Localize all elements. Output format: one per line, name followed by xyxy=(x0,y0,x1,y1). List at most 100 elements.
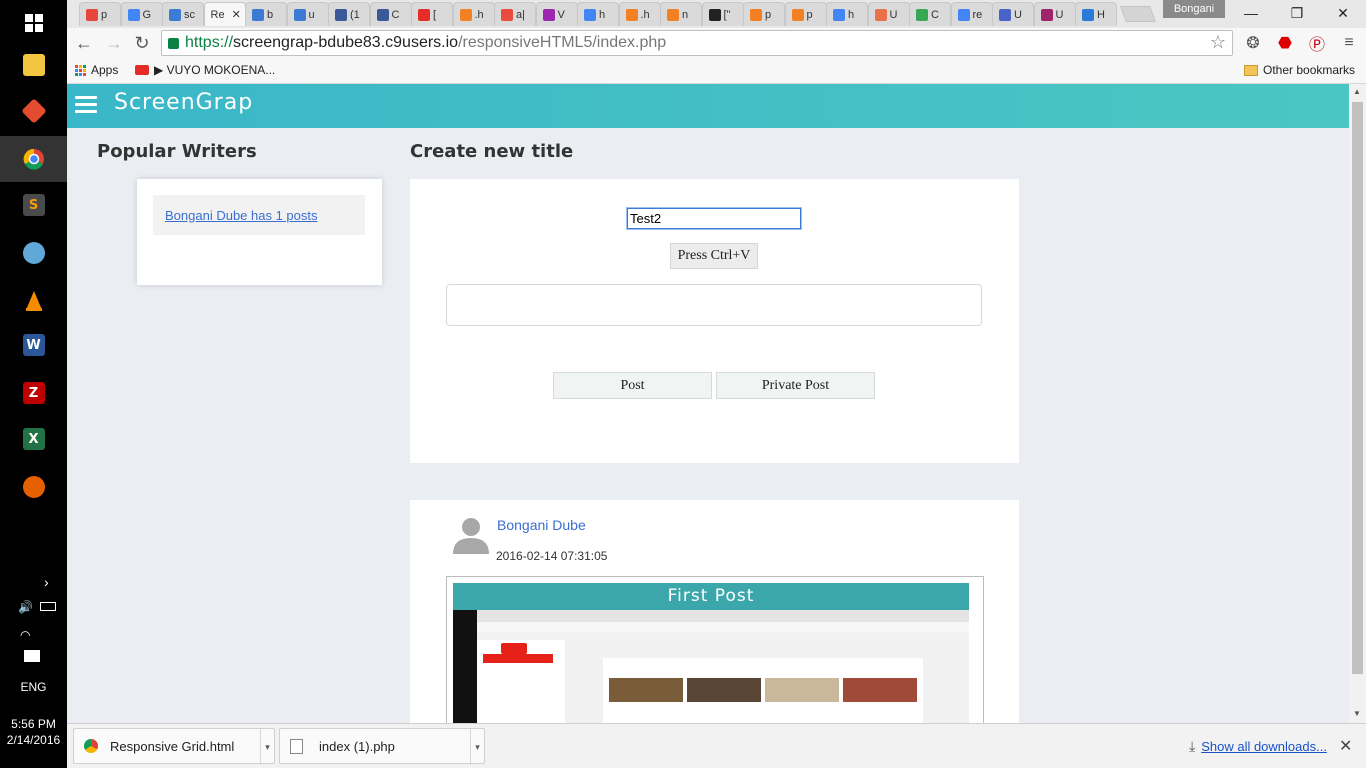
sublime-icon[interactable]: S xyxy=(0,182,67,228)
paste-button[interactable]: Press Ctrl+V xyxy=(670,243,758,269)
browser-tab[interactable]: .h xyxy=(618,2,661,26)
battery-icon[interactable] xyxy=(40,602,56,611)
writer-link[interactable]: Bongani Dube has 1 posts xyxy=(165,208,318,223)
browser-tab[interactable]: re xyxy=(950,2,993,26)
paste-content-area[interactable] xyxy=(446,284,982,326)
word-icon[interactable]: W xyxy=(0,322,67,368)
browser-tab[interactable]: n xyxy=(660,2,702,26)
reload-button[interactable]: ↻ xyxy=(131,32,153,54)
language-indicator[interactable]: ENG xyxy=(0,680,67,694)
browser-tab[interactable]: b xyxy=(245,2,287,26)
browser-tab[interactable]: U xyxy=(1033,2,1076,26)
browser-tab[interactable]: h xyxy=(577,2,619,26)
create-title-heading: Create new title xyxy=(410,141,574,162)
popular-writers-heading: Popular Writers xyxy=(97,141,257,162)
paint-icon[interactable] xyxy=(0,230,67,276)
browser-tab[interactable]: .h xyxy=(452,2,495,26)
adblock-icon[interactable]: ⬣ xyxy=(1274,32,1296,54)
start-button[interactable] xyxy=(0,0,67,46)
post-image-title: First Post xyxy=(453,583,969,610)
star-icon[interactable]: ☆ xyxy=(1210,32,1226,53)
browser-tab[interactable]: U xyxy=(992,2,1034,26)
file-explorer-icon[interactable] xyxy=(0,42,67,88)
back-button[interactable]: ← xyxy=(73,32,95,54)
git-icon[interactable] xyxy=(0,88,67,134)
browser-tab[interactable]: (1 xyxy=(328,2,370,26)
private-post-button[interactable]: Private Post xyxy=(716,372,875,399)
browser-tab[interactable]: [" xyxy=(701,2,744,26)
scroll-up-icon[interactable]: ▲ xyxy=(1353,87,1361,96)
browser-tab[interactable]: H xyxy=(1075,2,1117,26)
film-extension-icon[interactable]: ❂ xyxy=(1242,32,1264,54)
download-item-1[interactable]: Responsive Grid.html ▾ xyxy=(73,728,275,765)
post-author-link[interactable]: Bongani Dube xyxy=(497,517,586,533)
scrollbar-thumb[interactable] xyxy=(1352,102,1363,674)
chevron-down-icon[interactable]: ▾ xyxy=(470,729,484,765)
browser-tab[interactable]: Re ✕ xyxy=(203,2,246,26)
address-bar[interactable]: https://screengrap-bdube83.c9users.io/re… xyxy=(161,30,1233,56)
tab-favicon-icon xyxy=(418,8,430,21)
tab-favicon-icon xyxy=(501,8,513,21)
bookmarks-bar: Apps ▶ VUYO MOKOENA... Other bookmarks xyxy=(67,58,1366,84)
browser-tab[interactable]: G xyxy=(120,2,163,26)
post-date: 2016-02-14 07:31:05 xyxy=(496,549,608,563)
browser-tab[interactable]: h xyxy=(826,2,868,26)
forward-button[interactable]: → xyxy=(103,32,125,54)
post-button[interactable]: Post xyxy=(553,372,712,399)
tab-favicon-icon xyxy=(127,8,140,21)
tab-label: n xyxy=(682,8,689,21)
chrome-icon[interactable] xyxy=(0,136,67,182)
url-scheme: https:// xyxy=(185,34,234,51)
volume-icon[interactable]: 🔊 xyxy=(18,600,33,614)
close-downloads-icon[interactable]: ✕ xyxy=(1339,736,1352,756)
clock[interactable]: 5:56 PM 2/14/2016 xyxy=(0,716,67,748)
close-window-button[interactable]: ✕ xyxy=(1320,0,1366,26)
post-screenshot-image[interactable]: First Post xyxy=(446,576,984,723)
youtube-icon xyxy=(135,65,149,75)
browser-tab[interactable]: V xyxy=(535,2,578,26)
create-post-card: Press Ctrl+V Post Private Post xyxy=(410,179,1019,463)
title-input[interactable] xyxy=(626,207,802,230)
vuyo-bookmark[interactable]: ▶ VUYO MOKOENA... xyxy=(135,63,275,77)
page-scrollbar[interactable]: ▲ ▼ xyxy=(1349,84,1366,723)
browser-tab[interactable]: u xyxy=(286,2,329,26)
site-title[interactable]: ScreenGrap xyxy=(114,90,253,115)
other-bookmarks[interactable]: Other bookmarks xyxy=(1244,63,1355,77)
browser-tab[interactable]: a| xyxy=(494,2,536,26)
restore-button[interactable]: ❐ xyxy=(1274,0,1320,26)
site-header: ScreenGrap xyxy=(67,84,1349,128)
filezilla-icon[interactable]: Z xyxy=(0,370,67,416)
chevron-right-icon[interactable]: › xyxy=(44,574,49,590)
tab-label: re xyxy=(972,8,983,21)
vlc-icon[interactable] xyxy=(0,278,67,324)
browser-tab[interactable]: p xyxy=(784,2,827,26)
minimize-button[interactable]: — xyxy=(1228,0,1274,26)
chevron-down-icon[interactable]: ▾ xyxy=(260,729,274,765)
show-all-downloads[interactable]: ⤓ Show all downloads... xyxy=(1189,738,1327,755)
browser-tab[interactable]: sc xyxy=(162,2,204,26)
apps-bookmark[interactable]: Apps xyxy=(75,63,118,77)
excel-icon[interactable]: X xyxy=(0,416,67,462)
browser-tab[interactable]: C xyxy=(369,2,412,26)
browser-tab[interactable]: p xyxy=(79,2,121,26)
tab-label: H xyxy=(1097,8,1105,21)
pinterest-icon[interactable]: Ⓟ xyxy=(1306,32,1328,54)
show-all-downloads-link[interactable]: Show all downloads... xyxy=(1201,739,1327,754)
tab-label: a| xyxy=(516,8,525,21)
download-item-2[interactable]: index (1).php ▾ xyxy=(279,728,485,765)
action-center-icon[interactable] xyxy=(24,650,40,662)
profile-button[interactable]: Bongani xyxy=(1163,0,1225,18)
close-tab-icon[interactable]: ✕ xyxy=(232,8,241,21)
browser-tab[interactable]: C xyxy=(909,2,951,26)
wifi-icon[interactable]: ◠ xyxy=(20,628,30,642)
browser-tab[interactable]: [ xyxy=(411,2,453,26)
browser-tab[interactable]: U xyxy=(867,2,910,26)
new-tab-button[interactable] xyxy=(1119,6,1156,22)
hamburger-menu-icon[interactable] xyxy=(75,96,97,114)
firefox-icon[interactable] xyxy=(0,464,67,510)
embedded-screenshot xyxy=(453,610,969,723)
writer-list-item: Bongani Dube has 1 posts xyxy=(153,195,365,235)
browser-tab[interactable]: p xyxy=(743,2,785,26)
scroll-down-icon[interactable]: ▼ xyxy=(1353,709,1361,718)
chrome-menu-icon[interactable]: ≡ xyxy=(1338,32,1360,54)
